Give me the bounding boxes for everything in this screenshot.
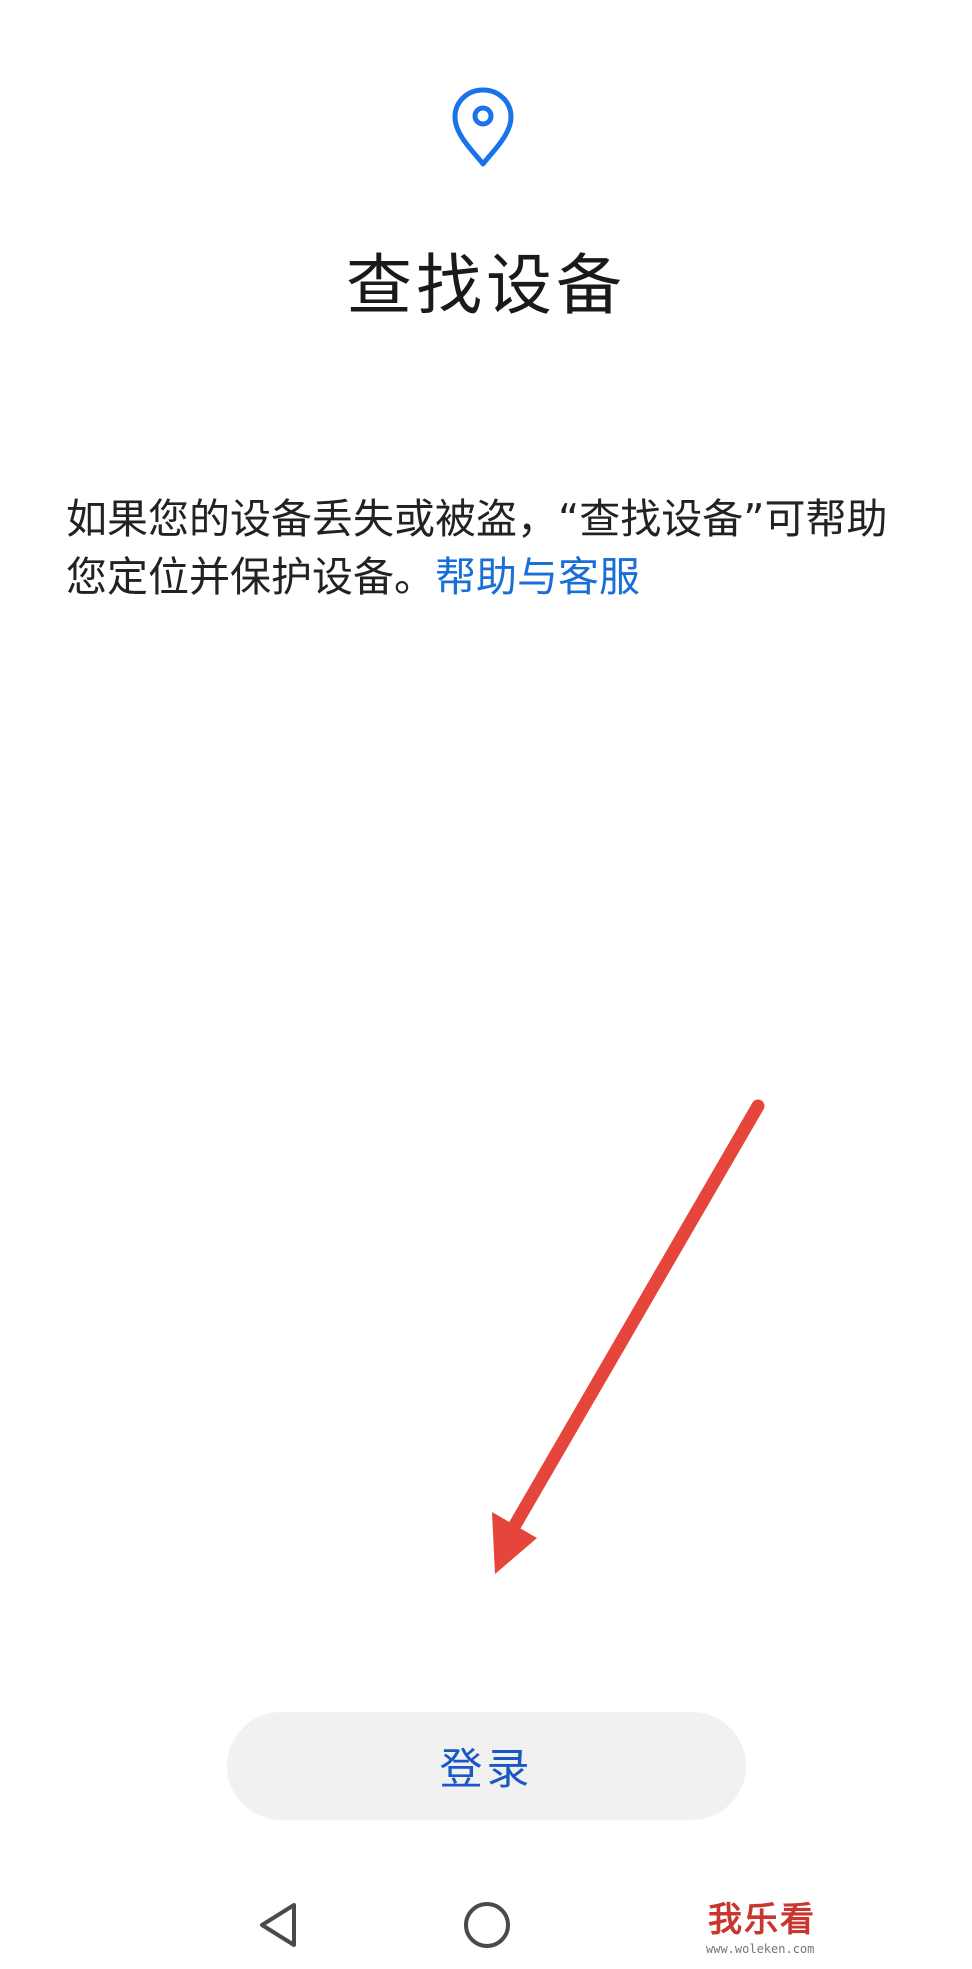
location-pin-icon	[452, 87, 514, 167]
find-device-screen: 查找设备 如果您的设备丢失或被盗，“查找设备”可帮助您定位并保护设备。帮助与客服…	[0, 0, 972, 1969]
watermark-text: 我乐看	[708, 1900, 816, 1940]
description-text: 如果您的设备丢失或被盗，“查找设备”可帮助您定位并保护设备。帮助与客服	[66, 490, 906, 606]
home-button[interactable]	[452, 1890, 522, 1960]
home-circle-icon	[464, 1902, 510, 1948]
watermark-url: www.woleken.com	[706, 1942, 815, 1956]
login-button[interactable]: 登录	[227, 1712, 746, 1820]
back-triangle-icon	[260, 1903, 296, 1947]
watermark: 我乐看 www.woleken.com	[700, 1892, 880, 1962]
back-button[interactable]	[243, 1890, 313, 1960]
help-support-link[interactable]: 帮助与客服	[435, 553, 640, 601]
page-title: 查找设备	[346, 247, 626, 324]
